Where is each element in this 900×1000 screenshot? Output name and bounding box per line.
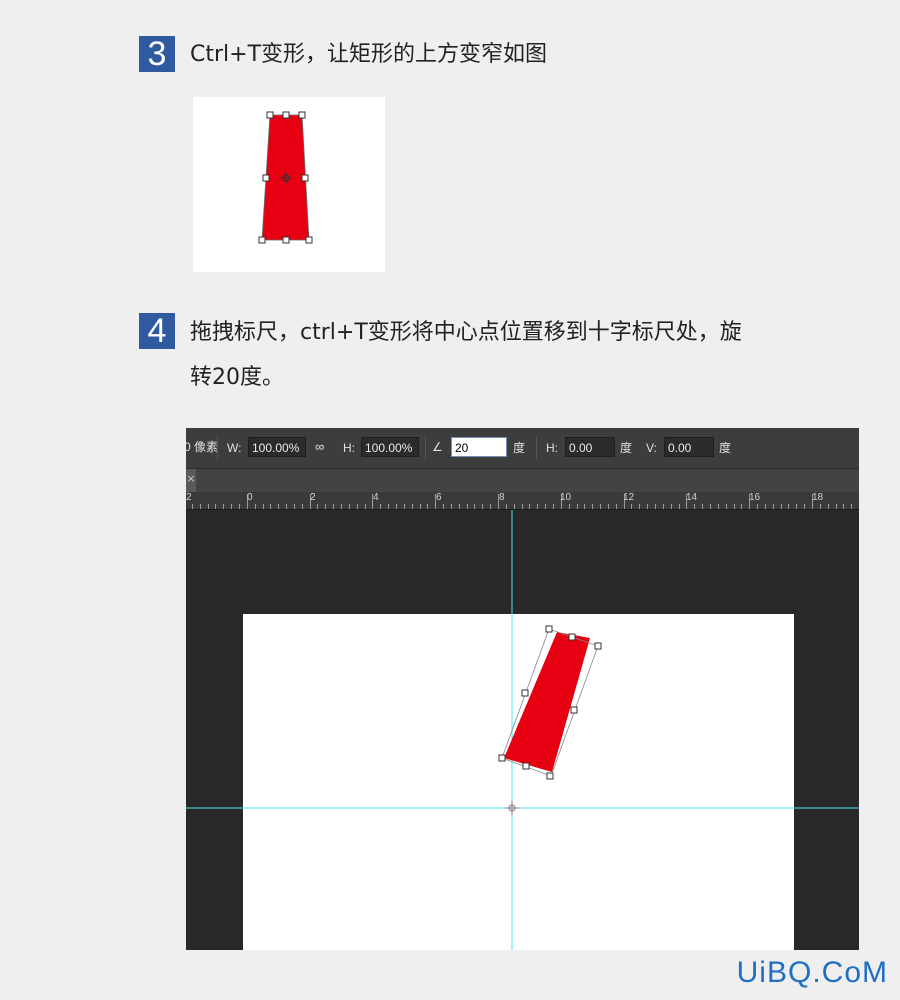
vskew-label: V: xyxy=(646,441,657,455)
vskew-input[interactable]: 0.00 xyxy=(664,437,714,457)
ruler-label: 18 xyxy=(812,492,824,503)
angle-unit: 度 xyxy=(513,441,526,455)
ruler-label: 10 xyxy=(560,492,572,503)
width-label: W: xyxy=(227,441,242,455)
ruler-label: 14 xyxy=(686,492,698,503)
rotated-trapezoid-shape xyxy=(504,632,590,772)
horizontal-ruler[interactable]: 2 0 2 4 6 8 10 12 14 16 18 xyxy=(186,492,859,510)
document-tab-bar: × xyxy=(186,469,859,493)
ruler-label: 0 xyxy=(247,492,253,503)
trapezoid-transform-figure xyxy=(258,111,313,244)
ruler-label: 12 xyxy=(623,492,635,503)
transform-options-bar: 0 像素 W: 100.00% ∞ H: 100.00% ∠ 20 度 H: 0… xyxy=(186,428,859,469)
step-4-badge: 4 xyxy=(139,313,175,349)
ruler-label: 8 xyxy=(499,492,505,503)
height-input[interactable]: 100.00% xyxy=(361,437,419,457)
separator xyxy=(425,436,426,460)
unit-fragment: 0 像素 xyxy=(186,440,219,454)
angle-icon: ∠ xyxy=(432,440,443,454)
hskew-unit: 度 xyxy=(620,441,633,455)
ruler-label: 16 xyxy=(749,492,761,503)
width-input[interactable]: 100.00% xyxy=(248,437,306,457)
height-label: H: xyxy=(343,441,355,455)
ruler-label: 2 xyxy=(310,492,316,503)
step-3-illustration xyxy=(193,97,385,272)
step-4-text-line1: 拖拽标尺，ctrl+T变形将中心点位置移到十字标尺处，旋 xyxy=(190,320,742,345)
photoshop-window: 0 像素 W: 100.00% ∞ H: 100.00% ∠ 20 度 H: 0… xyxy=(186,428,859,950)
ruler-label: 2 xyxy=(186,492,192,503)
ruler-label: 6 xyxy=(436,492,442,503)
canvas-area[interactable] xyxy=(186,510,859,950)
link-icon[interactable]: ∞ xyxy=(315,440,324,454)
hskew-label: H: xyxy=(546,441,558,455)
step-3-text: Ctrl+T变形，让矩形的上方变窄如图 xyxy=(190,42,548,67)
rotation-angle-input[interactable]: 20 xyxy=(451,437,507,457)
reference-point-icon xyxy=(505,801,519,815)
step-4-text-line2: 转20度。 xyxy=(190,365,284,390)
site-watermark: UiBQ.CoM xyxy=(736,956,888,989)
transform-overlay xyxy=(186,510,859,950)
step-3-badge: 3 xyxy=(139,36,175,72)
tab-close-icon[interactable]: × xyxy=(186,469,196,492)
separator xyxy=(217,436,218,460)
hskew-input[interactable]: 0.00 xyxy=(565,437,615,457)
separator xyxy=(536,436,537,460)
ruler-label: 4 xyxy=(373,492,379,503)
vskew-unit: 度 xyxy=(719,441,732,455)
